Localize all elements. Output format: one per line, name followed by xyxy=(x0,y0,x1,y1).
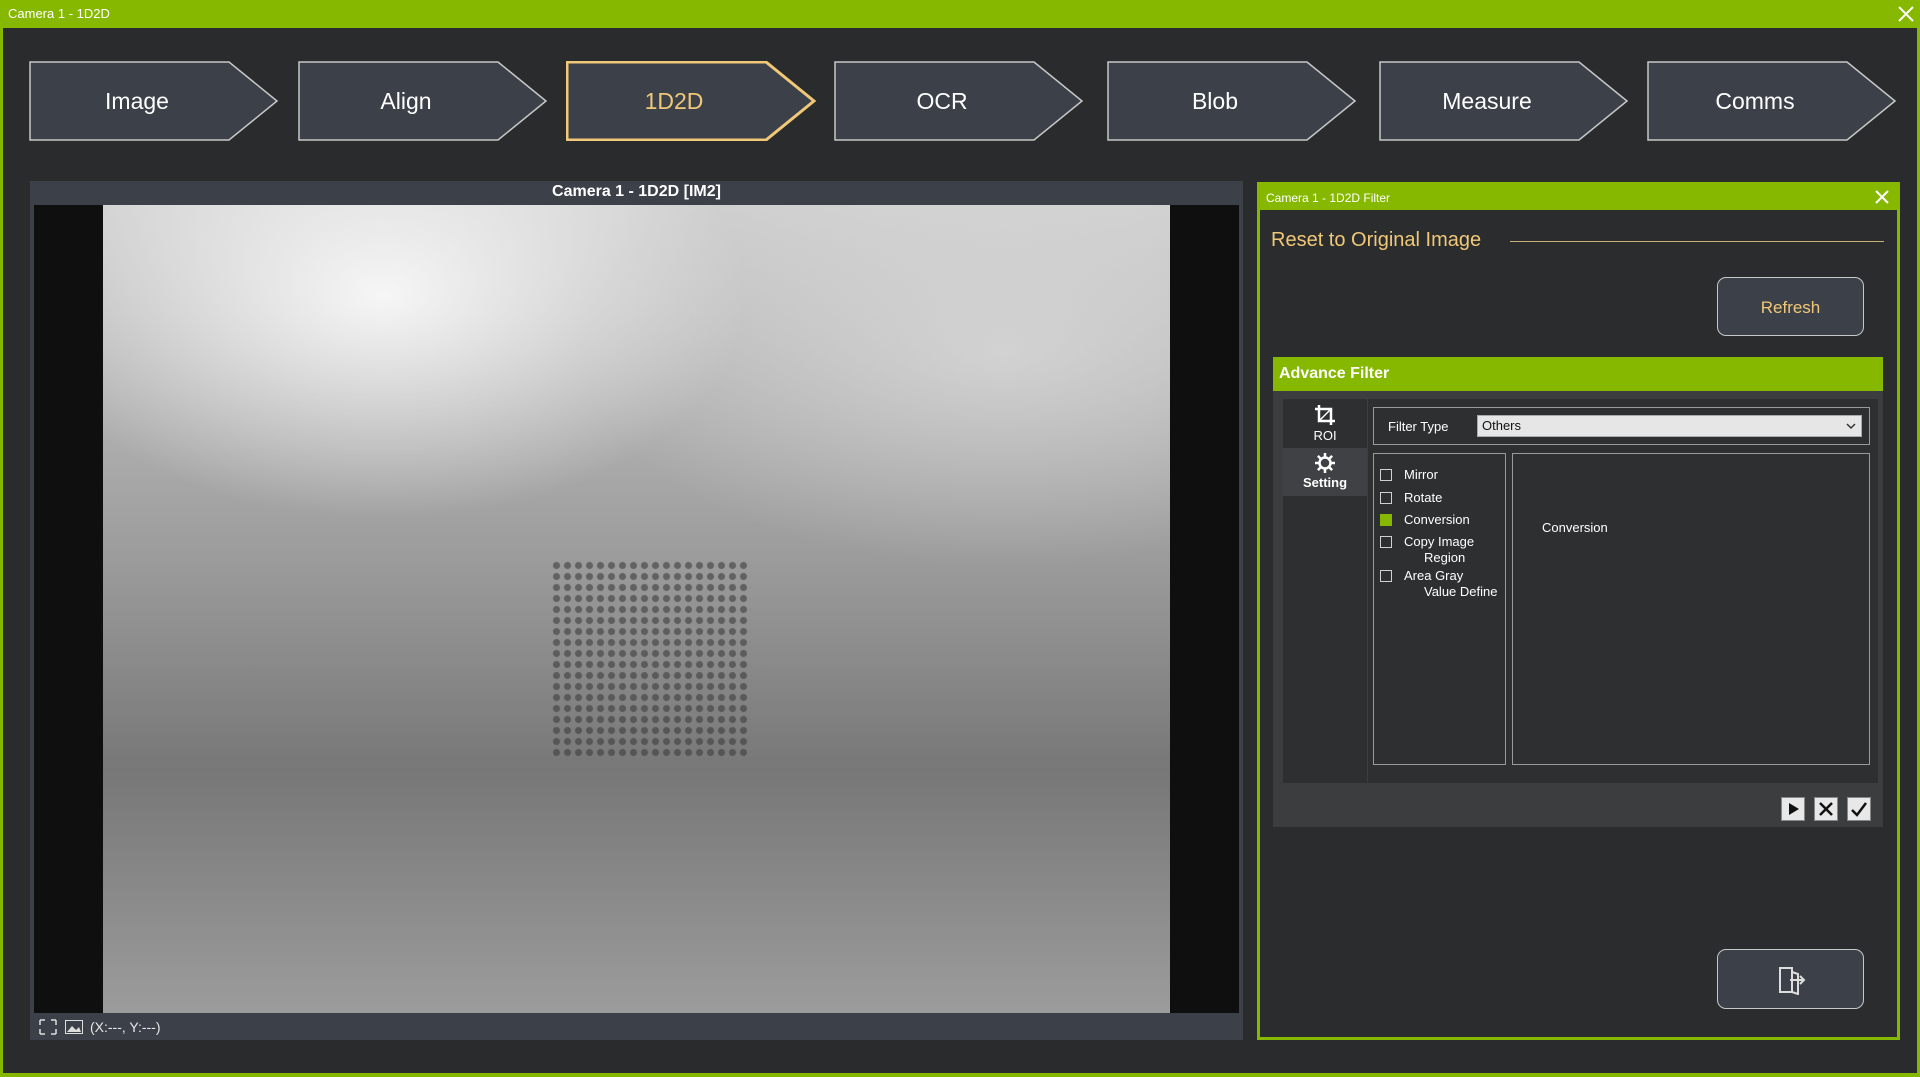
exit-door-icon xyxy=(1779,967,1806,995)
filter-window-title-bar: Camera 1 - 1D2D Filter xyxy=(1260,185,1897,210)
step-blob[interactable]: Blob xyxy=(1107,61,1357,141)
setting-tab-label: Setting xyxy=(1302,475,1348,490)
step-label: Blob xyxy=(1191,88,1239,114)
step-1d2d[interactable]: 1D2D xyxy=(566,61,816,141)
advance-filter-footer xyxy=(1273,787,1883,827)
filter-type-row: Filter Type Others xyxy=(1373,407,1870,445)
close-icon[interactable] xyxy=(1873,188,1891,206)
play-icon xyxy=(1789,803,1799,815)
filter-options-list: Mirror Rotate Conversion Copy Image Region Ar… xyxy=(1373,453,1506,765)
chevron-down-icon xyxy=(1846,423,1856,430)
cursor-coordinates: (X:---, Y:---) xyxy=(90,1019,161,1035)
option-checkbox[interactable] xyxy=(1380,570,1392,582)
close-icon xyxy=(1819,802,1833,816)
close-icon[interactable] xyxy=(1894,2,1918,26)
option-checkbox[interactable] xyxy=(1380,469,1392,481)
step-label: Image xyxy=(105,88,169,114)
step-label: Align xyxy=(380,88,432,114)
window-border-bottom xyxy=(0,1073,1920,1077)
datamatrix-code xyxy=(551,560,751,760)
advance-filter-sidebar: ROI Setting xyxy=(1283,399,1367,783)
exit-button[interactable] xyxy=(1717,949,1864,1009)
option-label: Mirror xyxy=(1404,467,1438,482)
check-icon xyxy=(1851,802,1867,817)
camera-image-area[interactable] xyxy=(34,205,1239,1013)
filter-window-title: Camera 1 - 1D2D Filter xyxy=(1266,191,1391,205)
option-checkbox[interactable] xyxy=(1380,514,1392,526)
confirm-button[interactable] xyxy=(1847,797,1871,821)
filter-type-select[interactable]: Others xyxy=(1477,415,1862,437)
step-comms[interactable]: Comms xyxy=(1647,61,1897,141)
refresh-button[interactable]: Refresh xyxy=(1717,277,1864,336)
advance-filter-panel: Advance Filter ROI Setting Filter Type O… xyxy=(1273,357,1883,827)
setting-tab[interactable]: Setting xyxy=(1283,448,1367,496)
filter-option-detail: Conversion xyxy=(1512,453,1870,765)
crop-icon xyxy=(1315,405,1335,425)
option-detail-text: Conversion xyxy=(1542,520,1608,535)
advance-filter-header: Advance Filter xyxy=(1273,357,1883,391)
image-icon[interactable] xyxy=(64,1018,84,1036)
advance-filter-title: Advance Filter xyxy=(1279,365,1390,382)
step-ocr[interactable]: OCR xyxy=(834,61,1084,141)
option-label: Conversion xyxy=(1404,512,1470,527)
run-button[interactable] xyxy=(1781,797,1805,821)
filter-window: Camera 1 - 1D2D Filter Reset to Original… xyxy=(1257,182,1900,1040)
option-label: Copy Image Region xyxy=(1404,534,1475,565)
camera-view-panel: Camera 1 - 1D2D [IM2] (X:---, Y:---) xyxy=(30,181,1243,1040)
filter-type-value: Others xyxy=(1482,418,1522,433)
roi-tab-label: ROI xyxy=(1313,428,1337,443)
camera-view-title: Camera 1 - 1D2D [IM2] xyxy=(552,183,721,200)
filter-type-label: Filter Type xyxy=(1388,419,1449,434)
fit-view-icon[interactable] xyxy=(38,1018,58,1036)
window-title-bar: Camera 1 - 1D2D xyxy=(0,0,1920,28)
gear-icon xyxy=(1315,453,1335,473)
step-image[interactable]: Image xyxy=(29,61,279,141)
step-measure[interactable]: Measure xyxy=(1379,61,1629,141)
window-border-left xyxy=(0,28,3,1077)
option-label: Rotate xyxy=(1404,490,1443,505)
cancel-button[interactable] xyxy=(1814,797,1838,821)
camera-status-bar: (X:---, Y:---) xyxy=(38,1017,161,1037)
step-label: OCR xyxy=(916,88,968,114)
roi-tab[interactable]: ROI xyxy=(1283,399,1367,447)
advance-filter-main: Filter Type Others Mirror Rotate Conversio… xyxy=(1368,399,1878,783)
option-label: Area Gray Value Define xyxy=(1404,568,1498,599)
camera-image[interactable] xyxy=(103,205,1170,1013)
step-label: 1D2D xyxy=(644,88,704,114)
step-label: Measure xyxy=(1442,88,1532,114)
step-align[interactable]: Align xyxy=(298,61,548,141)
reset-original-label: Reset to Original Image xyxy=(1271,229,1482,251)
option-checkbox[interactable] xyxy=(1380,536,1392,548)
step-label: Comms xyxy=(1715,88,1795,114)
window-title: Camera 1 - 1D2D xyxy=(8,6,110,21)
divider xyxy=(1510,241,1884,242)
option-checkbox[interactable] xyxy=(1380,492,1392,504)
